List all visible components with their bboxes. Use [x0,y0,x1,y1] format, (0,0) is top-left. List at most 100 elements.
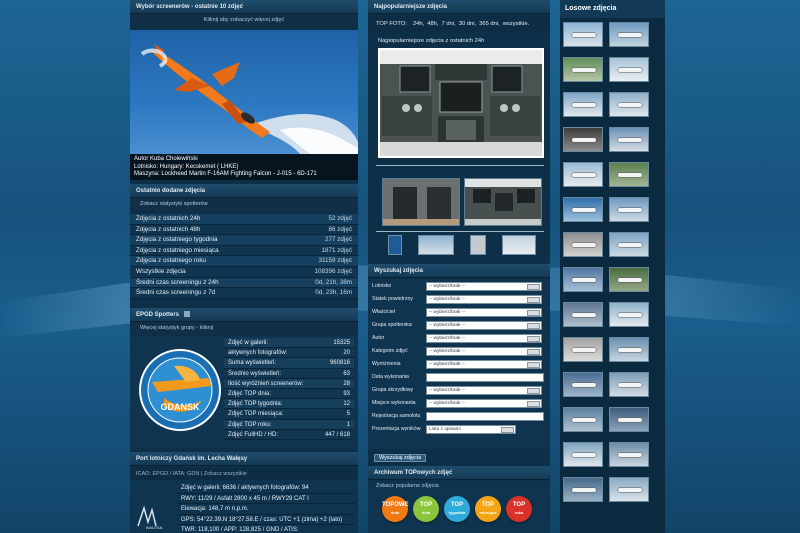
archive-badge[interactable]: TOPOWE dnia [382,496,409,522]
random-photo-thumb[interactable] [563,162,603,187]
stats-row[interactable]: Średni czas screeningu z 7d 0d, 23h, 16m [130,288,358,299]
random-photo-thumb[interactable] [563,127,603,152]
top-foto-period-link[interactable]: 48h, [427,21,438,27]
archive-badge[interactable]: TOP roku [506,496,532,522]
spotters-sub-link[interactable]: Więcej statystyk grupy - kliknij [130,322,358,334]
airport-header[interactable]: Port lotniczy Gdańsk im. Lecha Wałęsy [130,452,358,466]
random-photo-thumb[interactable] [563,442,603,467]
spotters-value: 28 [343,380,350,387]
random-photo-thumb[interactable] [609,57,649,82]
stats-value: 0d, 23h, 16m [315,289,352,297]
thumb-cabin[interactable] [382,178,460,226]
top-foto-period-link[interactable]: 7 dni, [442,21,456,27]
stats-row[interactable]: Zdjęcia z ostatniego tygodnia 277 zdjęć [130,235,358,246]
random-photo-thumb[interactable] [609,302,649,327]
archive-sub[interactable]: Zobacz popularne zdjęcia [368,481,550,492]
mini-thumb-3[interactable] [470,235,486,255]
stats-row[interactable]: Wszystkie zdjęcia 108396 zdjęć [130,266,358,278]
stats-row[interactable]: Zdjęcia z ostatnich 48h 86 zdjęć [130,224,358,236]
spotters-row: Suma wyświetleń: 960816 [224,358,354,369]
random-photo-thumb[interactable] [563,407,603,432]
stats-row[interactable]: Zdjęcia z ostatnich 24h 52 zdjęć [130,214,358,225]
random-photo-thumb[interactable] [563,197,603,222]
chevron-down-icon[interactable] [527,284,540,290]
search-select[interactable]: -- wybierz/brak -- [426,282,542,291]
mini-thumb-4[interactable] [502,235,536,255]
chevron-down-icon[interactable] [527,362,540,368]
stats-sub-link[interactable]: Zobacz statystyki spotterów [130,198,358,210]
chevron-down-icon[interactable] [527,401,540,407]
random-photo-thumb[interactable] [609,442,649,467]
stats-row[interactable]: Zdjęcia z ostatniego roku 31159 zdjęć [130,256,358,267]
random-photo-thumb[interactable] [563,92,603,117]
random-photo-thumb[interactable] [563,57,603,82]
chevron-down-icon[interactable] [527,349,540,355]
chevron-down-icon[interactable] [527,297,540,303]
random-photo-thumb[interactable] [563,22,603,47]
search-select[interactable]: -- wybierz/brak -- [426,321,542,330]
mini-thumb-2[interactable] [418,235,454,255]
search-field-row: Data wykonania [368,372,550,384]
search-select[interactable]: -- wybierz/brak -- [426,295,542,304]
top-foto-period-link[interactable]: 24h, [413,21,424,27]
top-foto-period-link[interactable]: wszystkie. [503,21,529,27]
search-select[interactable]: -- wybierz/brak -- [426,399,542,408]
random-photo-thumb[interactable] [609,267,649,292]
search-select[interactable]: -- wybierz/brak -- [426,386,542,395]
presentation-select[interactable]: Lista z opisami [426,425,516,434]
most-viewed-photo[interactable] [378,48,544,158]
thumb-cockpit[interactable] [464,178,542,226]
random-photo-thumb[interactable] [563,232,603,257]
spotters-title[interactable]: EPGD Spotters [136,312,179,318]
archive-badge[interactable]: TOP dnia [413,496,439,522]
chevron-down-icon[interactable] [527,336,540,342]
top-foto-period-link[interactable]: 365 dni, [479,21,500,27]
search-select[interactable]: -- wybierz/brak -- [426,308,542,317]
top-foto-period-link[interactable]: 30 dni, [459,21,476,27]
stats-row[interactable]: Zdjęcia z ostatniego miesiąca 1871 zdjęć [130,245,358,257]
stats-row[interactable]: Średni czas screeningu z 24h 0d, 21h, 38m [130,277,358,289]
search-select[interactable]: -- wybierz/brak -- [426,347,542,356]
random-photo-thumb[interactable] [609,162,649,187]
search-text-input[interactable] [426,373,544,382]
aircraft-silhouette-icon [572,418,596,422]
caption-airport[interactable]: Lotnisko: Hungary: Kecskemet ( LHKE) [134,164,354,172]
random-photo-thumb[interactable] [609,92,649,117]
random-photo-thumb[interactable] [609,407,649,432]
stats-value: 86 zdjęć [328,225,352,233]
screeners-sub-link[interactable]: Kliknij aby zobaczyć więcej zdjęć [130,14,358,26]
aircraft-silhouette-icon [618,33,642,37]
search-select[interactable]: -- wybierz/brak -- [426,360,542,369]
airport-sub[interactable]: ICAO: EPGD / IATA: GDN | Zobacz wszystki… [130,468,358,480]
caption-aircraft[interactable]: Maszyna: Lockheed Martin F-16AM Fighting… [134,171,354,179]
chevron-down-icon[interactable] [527,310,540,316]
random-photo-thumb[interactable] [609,22,649,47]
random-photo-thumb[interactable] [609,232,649,257]
aircraft-silhouette-icon [572,33,596,37]
random-photo-thumb[interactable] [609,337,649,362]
search-header: Wyszukaj zdjęcia [368,264,550,278]
random-photo-thumb[interactable] [563,337,603,362]
featured-photo[interactable] [130,30,358,154]
chevron-down-icon[interactable] [501,427,514,433]
random-photo-thumb[interactable] [563,267,603,292]
airport-info-line: GPS: 54°22.39.N 18°27.58.E / czas: UTC +… [177,515,355,525]
search-text-input[interactable] [426,412,544,421]
archive-badge[interactable]: TOP miesiąca [475,496,501,522]
search-button[interactable]: Wyszukaj zdjęcia [374,454,427,462]
archive-badge[interactable]: TOP tygodnia [444,496,470,522]
random-photo-thumb[interactable] [609,372,649,397]
random-photo-thumb[interactable] [563,477,603,502]
search-select[interactable]: -- wybierz/brak -- [426,334,542,343]
random-photo-thumb[interactable] [609,477,649,502]
random-photo-thumb[interactable] [609,197,649,222]
random-photo-thumb[interactable] [563,372,603,397]
search-field-label: Rejestracja samolotu [372,413,421,419]
chevron-down-icon[interactable] [527,388,540,394]
mini-thumb-1[interactable] [388,235,402,255]
spotters-table: Zdjęć w galerii: 15325 aktywnych fotografó… [224,338,354,440]
random-photo-thumb[interactable] [609,127,649,152]
caption-author[interactable]: Autor Kuba Cholewiński [134,156,354,164]
chevron-down-icon[interactable] [527,323,540,329]
random-photo-thumb[interactable] [563,302,603,327]
